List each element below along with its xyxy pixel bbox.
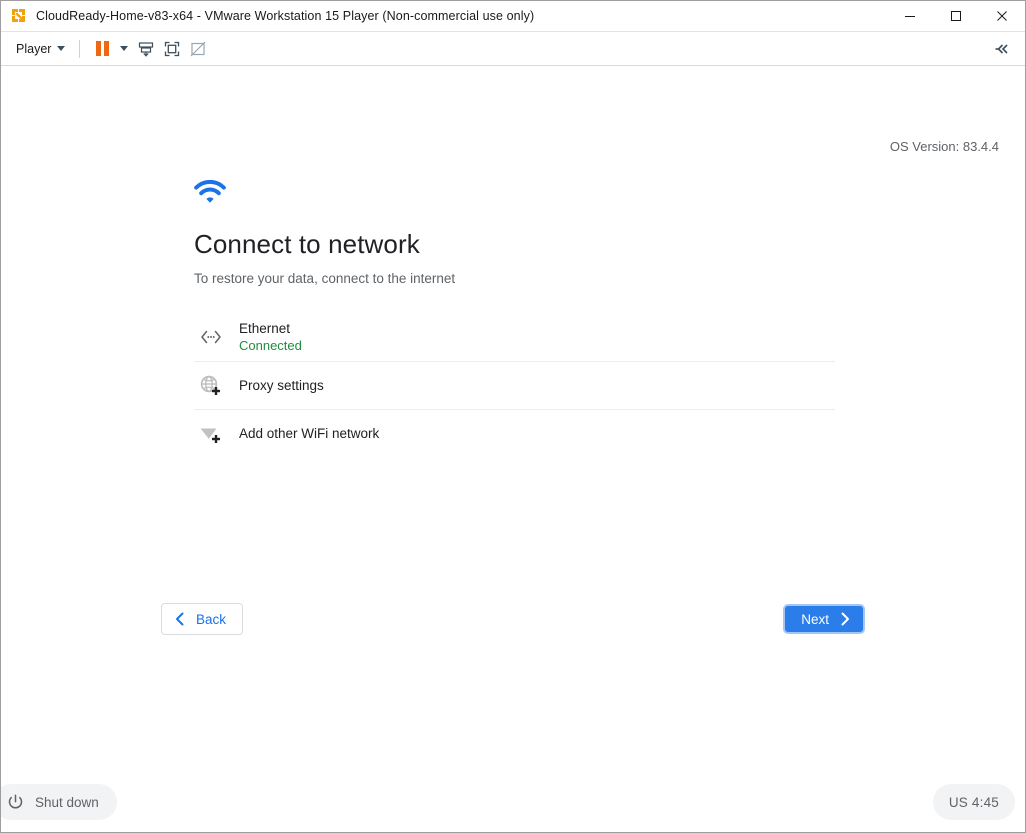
navigation-buttons: Back Next bbox=[161, 603, 865, 635]
close-icon bbox=[996, 10, 1008, 22]
list-item-text: Ethernet Connected bbox=[239, 320, 302, 354]
vmware-player-window: CloudReady-Home-v83-x64 - VMware Worksta… bbox=[0, 0, 1026, 833]
ethernet-icon bbox=[194, 329, 228, 345]
list-item-add-wifi-network[interactable]: Add other WiFi network bbox=[194, 409, 835, 457]
maximize-icon bbox=[950, 10, 962, 22]
send-ctrl-alt-del-button[interactable] bbox=[133, 36, 159, 62]
network-name: Add other WiFi network bbox=[239, 425, 379, 442]
page-title: Connect to network bbox=[194, 227, 835, 261]
next-button-label: Next bbox=[801, 612, 829, 627]
page-subtitle: To restore your data, connect to the int… bbox=[194, 269, 835, 289]
network-name: Ethernet bbox=[239, 320, 302, 337]
back-button-label: Back bbox=[196, 612, 226, 627]
chevron-down-icon bbox=[57, 46, 65, 51]
guest-os-screen: OS Version: 83.4.4 Connect to network To… bbox=[1, 66, 1025, 832]
vmware-toolbar: Player bbox=[1, 32, 1025, 66]
power-icon bbox=[7, 794, 24, 811]
close-button[interactable] bbox=[979, 1, 1025, 32]
list-item-proxy-settings[interactable]: Proxy settings bbox=[194, 361, 835, 409]
player-menu-label: Player bbox=[16, 42, 51, 56]
window-title-text: CloudReady-Home-v83-x64 - VMware Worksta… bbox=[36, 9, 534, 23]
chevron-left-icon bbox=[174, 612, 186, 626]
chevron-right-icon bbox=[839, 612, 851, 626]
proxy-globe-add-icon bbox=[194, 374, 228, 398]
window-controls bbox=[887, 1, 1025, 32]
pause-icon bbox=[96, 41, 109, 56]
player-menu-button[interactable]: Player bbox=[11, 39, 70, 59]
wifi-icon bbox=[194, 180, 226, 206]
send-key-icon bbox=[137, 40, 155, 58]
list-item-ethernet[interactable]: Ethernet Connected bbox=[194, 313, 835, 361]
minimize-button[interactable] bbox=[887, 1, 933, 32]
next-button[interactable]: Next bbox=[783, 604, 865, 634]
maximize-button[interactable] bbox=[933, 1, 979, 32]
fullscreen-icon bbox=[163, 40, 181, 58]
pause-dropdown-button[interactable] bbox=[115, 36, 133, 62]
list-item-text: Proxy settings bbox=[239, 377, 324, 394]
oobe-panel: Connect to network To restore your data,… bbox=[194, 180, 835, 457]
chevron-down-icon bbox=[120, 46, 128, 51]
shutdown-button[interactable]: Shut down bbox=[1, 784, 117, 820]
vmware-logo-icon bbox=[10, 7, 28, 25]
bottom-shelf: Shut down US 4:45 bbox=[1, 772, 1025, 832]
collapse-toolbar-icon bbox=[993, 42, 1011, 56]
wifi-add-icon bbox=[194, 422, 228, 446]
shutdown-label: Shut down bbox=[35, 795, 99, 810]
collapse-toolbar-button[interactable] bbox=[989, 36, 1015, 62]
toolbar-right-group bbox=[989, 36, 1019, 62]
unity-mode-button[interactable] bbox=[185, 36, 211, 62]
status-badge: Connected bbox=[239, 337, 302, 354]
back-button[interactable]: Back bbox=[161, 603, 243, 635]
list-item-text: Add other WiFi network bbox=[239, 425, 379, 442]
network-name: Proxy settings bbox=[239, 377, 324, 394]
unity-mode-disabled-icon bbox=[189, 40, 207, 58]
status-tray-label: US 4:45 bbox=[949, 795, 999, 810]
status-tray-button[interactable]: US 4:45 bbox=[933, 784, 1015, 820]
minimize-icon bbox=[904, 10, 916, 22]
window-title-bar: CloudReady-Home-v83-x64 - VMware Worksta… bbox=[1, 1, 1025, 32]
network-list: Ethernet Connected bbox=[194, 313, 835, 457]
toolbar-divider bbox=[79, 40, 80, 58]
enter-fullscreen-button[interactable] bbox=[159, 36, 185, 62]
os-version-label: OS Version: 83.4.4 bbox=[890, 139, 999, 154]
pause-button[interactable] bbox=[89, 36, 115, 62]
